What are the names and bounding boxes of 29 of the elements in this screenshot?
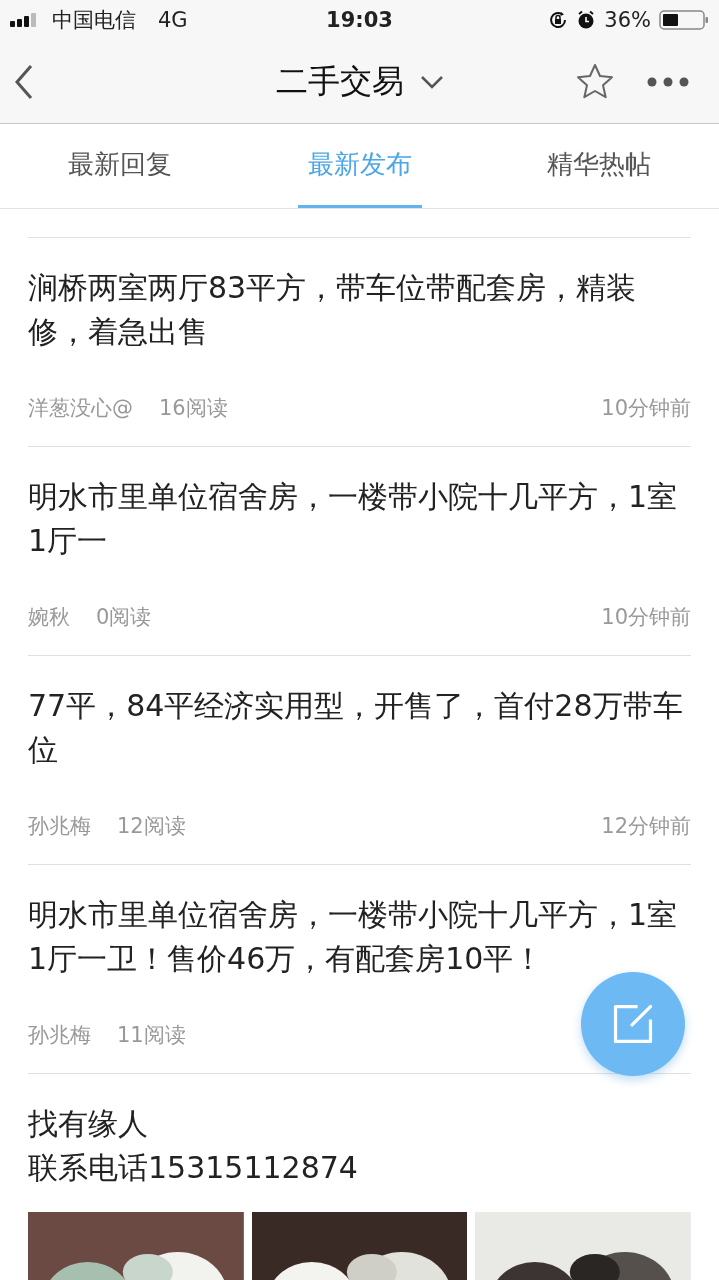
post-author: 婉秋 xyxy=(28,604,70,631)
battery-percent: 36% xyxy=(604,8,651,32)
post-title-line[interactable]: 找有缘人 xyxy=(28,1102,691,1146)
read-count: 12阅读 xyxy=(117,813,186,840)
chevron-down-icon[interactable] xyxy=(419,74,444,89)
read-count: 16阅读 xyxy=(159,395,228,422)
post-title[interactable]: 涧桥两室两厅83平方，带车位带配套房，精装修，着急出售 xyxy=(28,266,691,354)
carrier-name: 中国电信 xyxy=(52,7,136,34)
post-title[interactable]: 77平，84平经济实用型，开售了，首付28万带车位 xyxy=(28,684,691,772)
read-count: 0阅读 xyxy=(96,604,152,631)
post-author: 孙兆梅 xyxy=(28,813,91,840)
post-title-line[interactable]: 联系电话15315112874 xyxy=(28,1146,691,1190)
post-title[interactable]: 明水市里单位宿舍房，一楼带小院十几平方，1室1厅一 xyxy=(28,475,691,563)
post-author: 孙兆梅 xyxy=(28,1022,91,1049)
post-time: 10分钟前 xyxy=(601,395,691,422)
post-time: 12分钟前 xyxy=(601,813,691,840)
network-type: 4G xyxy=(158,8,188,32)
more-icon[interactable] xyxy=(647,76,689,87)
rotation-lock-icon xyxy=(548,10,569,30)
tab[interactable]: 精华热帖 xyxy=(537,124,662,208)
post-time: 10分钟前 xyxy=(601,604,691,631)
read-count: 11阅读 xyxy=(117,1022,186,1049)
battery-icon xyxy=(659,10,709,30)
post-title[interactable]: 明水市里单位宿舍房，一楼带小院十几平方，1室1厅一卫！售价46万，有配套房10平！ xyxy=(28,893,691,981)
tab[interactable]: 最新回复 xyxy=(57,124,182,208)
post-author: 洋葱没心@ xyxy=(28,395,133,422)
clock-time: 19:03 xyxy=(326,8,393,32)
page-title[interactable]: 二手交易 xyxy=(275,59,404,104)
back-icon[interactable] xyxy=(14,63,34,100)
